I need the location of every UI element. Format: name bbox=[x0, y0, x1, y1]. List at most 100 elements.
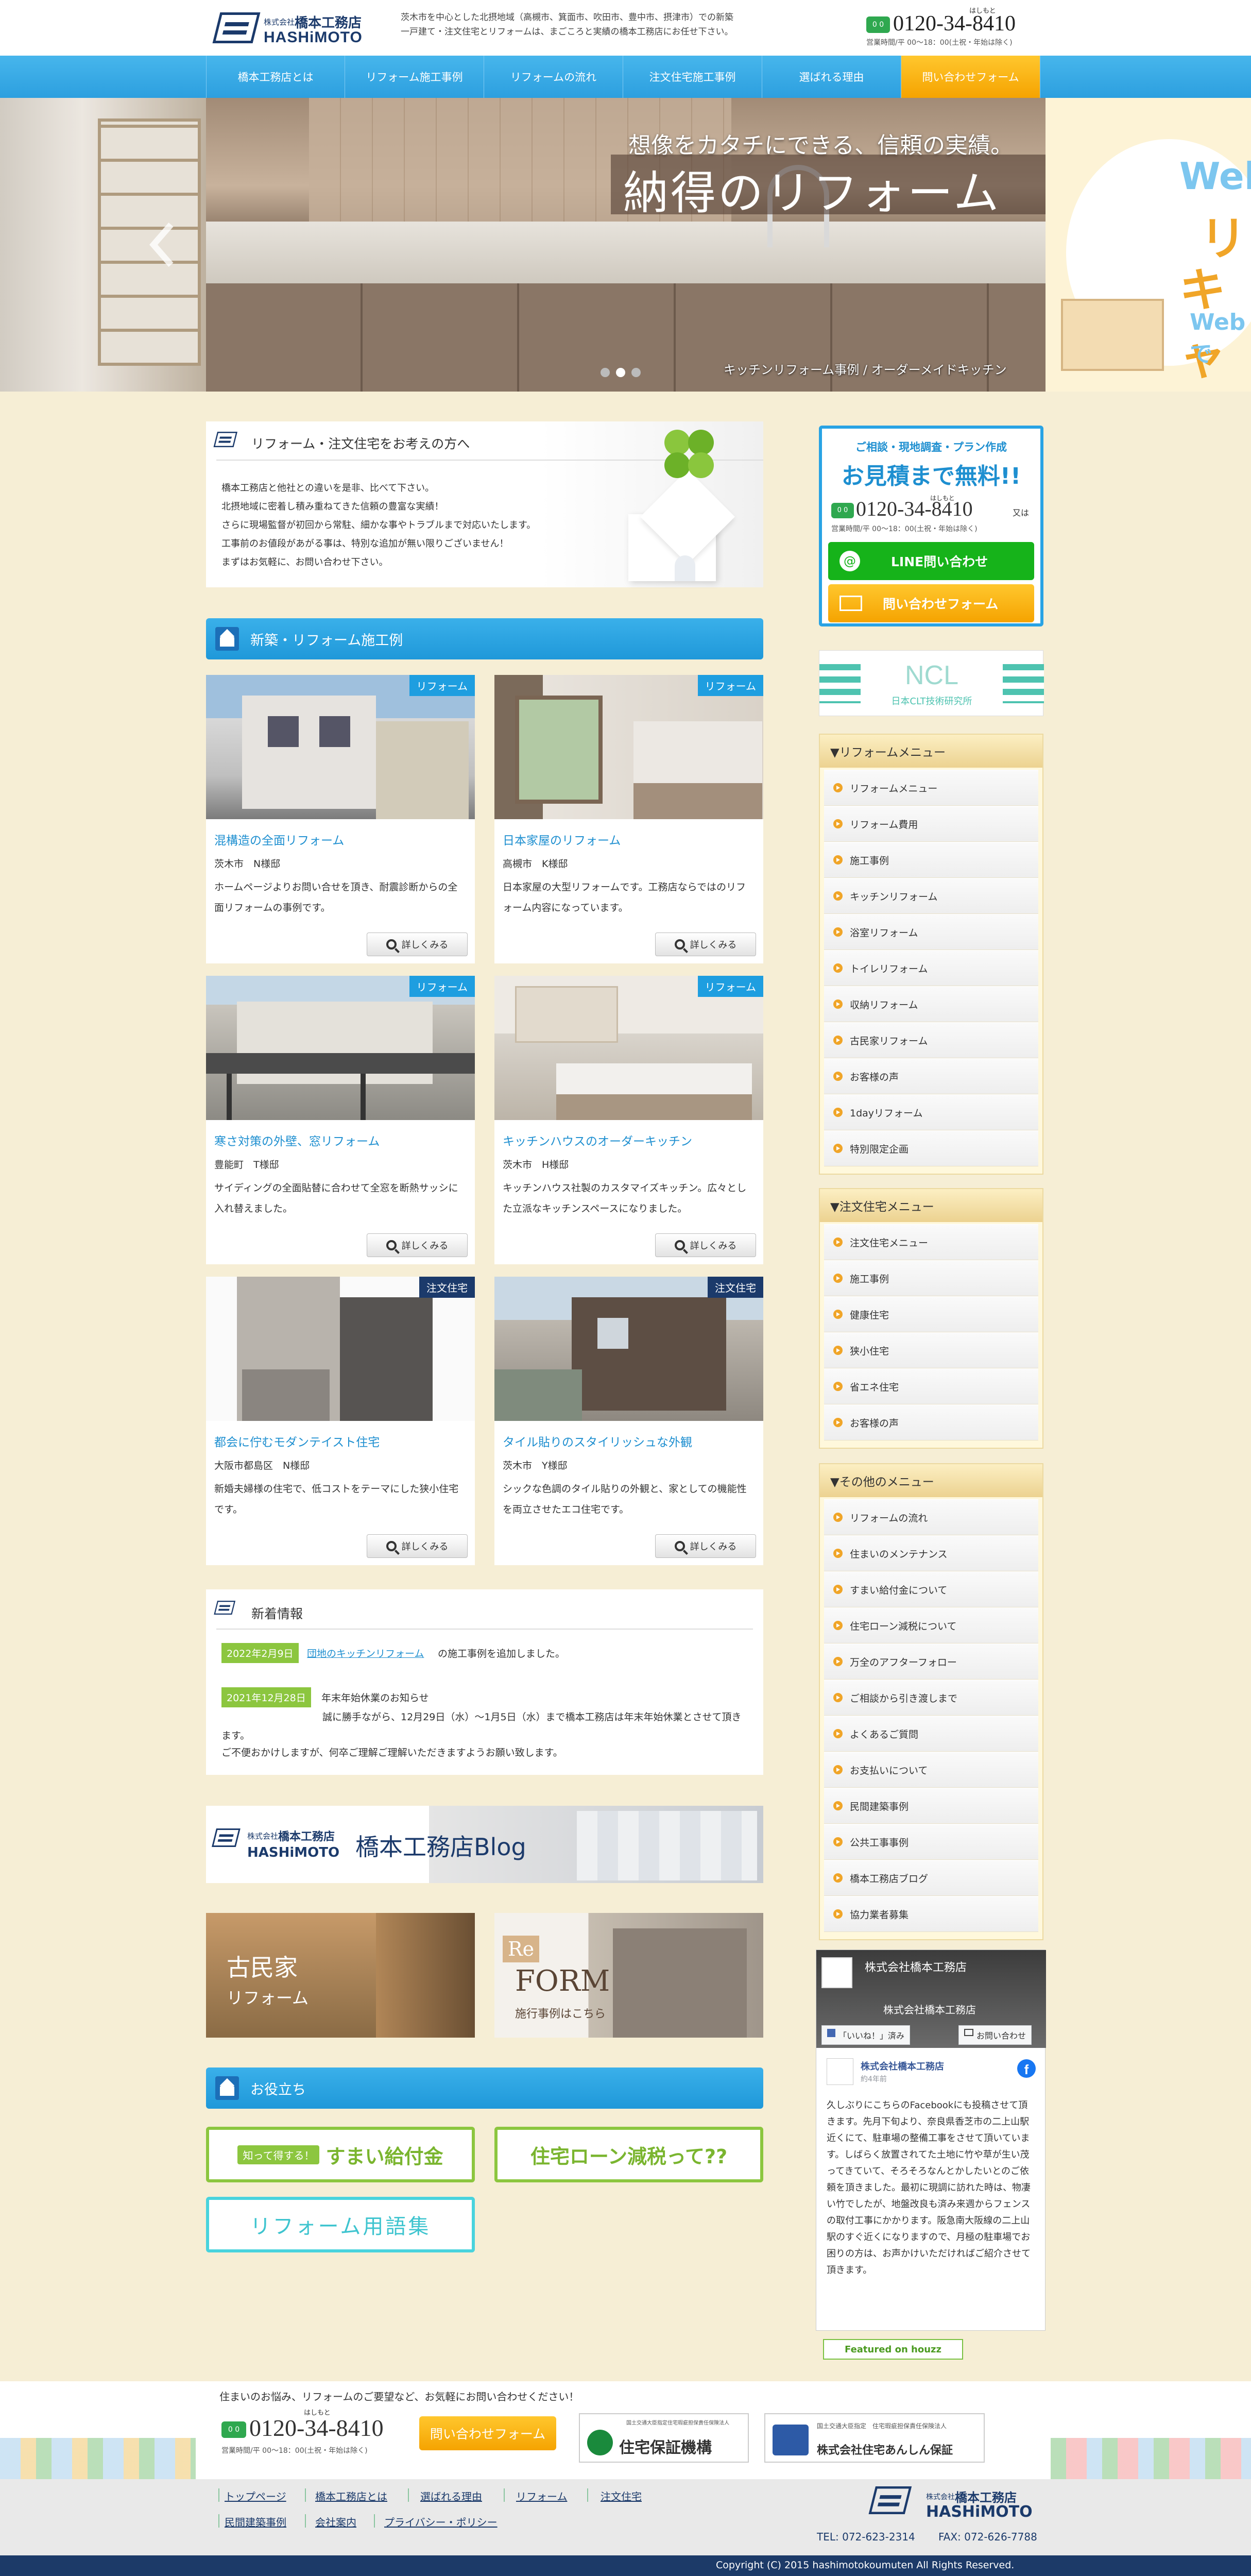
menu-item[interactable]: リフォーム費用 bbox=[824, 806, 1038, 842]
menu-item[interactable]: リフォームメニュー bbox=[824, 770, 1038, 806]
footer-phone[interactable]: 0120-34-8410 bbox=[249, 2414, 384, 2442]
menu-item[interactable]: 住宅ローン減税について bbox=[824, 1607, 1038, 1643]
header-phone[interactable]: 0 0 はしもと 0120-34-8410 営業時間/平 00〜18：00(土祝… bbox=[866, 4, 1041, 50]
menu-item[interactable]: 公共工事事例 bbox=[824, 1824, 1038, 1860]
footer-link[interactable]: 会社案内 bbox=[315, 2514, 356, 2529]
cta-phone[interactable]: 0120-34-8410 bbox=[856, 497, 973, 521]
more-button[interactable]: 詳しくみる bbox=[367, 933, 468, 956]
fb-post-time: 約4年前 bbox=[861, 2075, 887, 2083]
menu-item[interactable]: すまい給付金について bbox=[824, 1571, 1038, 1607]
more-button[interactable]: 詳しくみる bbox=[655, 933, 756, 956]
footer-tel[interactable]: TEL: 072-623-2314 bbox=[817, 2531, 915, 2543]
work-card[interactable]: 注文住宅 タイル貼りのスタイリッシュな外観 茨木市 Y様邸 シックな色調のタイル… bbox=[494, 1277, 763, 1565]
menu-item[interactable]: お支払いについて bbox=[824, 1752, 1038, 1788]
work-title[interactable]: 都会に佇むモダンテイスト住宅 bbox=[214, 1432, 380, 1450]
work-card[interactable]: リフォーム 混構造の全面リフォーム 茨木市 N様邸 ホームページよりお問い合せを… bbox=[206, 675, 475, 963]
menu-item[interactable]: キッチンリフォーム bbox=[824, 878, 1038, 914]
blog-banner[interactable]: 株式会社 橋本工務店 HASHiMOTO 橋本工務店Blog bbox=[206, 1806, 763, 1883]
menu-item[interactable]: 民間建築事例 bbox=[824, 1788, 1038, 1824]
nav-contact[interactable]: 問い合わせフォーム bbox=[901, 56, 1040, 98]
nav-reform-flow[interactable]: リフォームの流れ bbox=[484, 56, 623, 98]
more-button[interactable]: 詳しくみる bbox=[655, 1233, 756, 1257]
menu-item[interactable]: 浴室リフォーム bbox=[824, 914, 1038, 950]
line-contact-button[interactable]: @ LINE問い合わせ bbox=[828, 542, 1034, 580]
menu-item[interactable]: 橋本工務店ブログ bbox=[824, 1860, 1038, 1896]
work-card[interactable]: 注文住宅 都会に佇むモダンテイスト住宅 大阪市都島区 N様邸 新婚夫婦様の住宅で… bbox=[206, 1277, 475, 1565]
footer-logo[interactable]: 株式会社 橋本工務店 HASHiMOTO bbox=[868, 2484, 1046, 2526]
footer-link[interactable]: トップページ bbox=[225, 2488, 286, 2503]
menu-item[interactable]: お客様の声 bbox=[824, 1404, 1038, 1440]
more-button[interactable]: 詳しくみる bbox=[367, 1534, 468, 1558]
menu-item[interactable]: 収納リフォーム bbox=[824, 986, 1038, 1022]
arrow-right-icon bbox=[833, 1909, 843, 1919]
houzz-badge[interactable]: Featured on houzz bbox=[823, 2339, 963, 2360]
fb-post-name[interactable]: 株式会社橋本工務店 bbox=[861, 2059, 944, 2073]
fb-page-name[interactable]: 株式会社橋本工務店 bbox=[865, 1958, 967, 1975]
fb-message-button[interactable]: お問い合わせ bbox=[958, 2025, 1032, 2045]
facebook-icon[interactable]: f bbox=[1017, 2059, 1036, 2078]
footer-link[interactable]: 選ばれる理由 bbox=[420, 2488, 482, 2503]
menu-item[interactable]: 1dayリフォーム bbox=[824, 1094, 1038, 1130]
menu-item[interactable]: よくあるご質問 bbox=[824, 1716, 1038, 1752]
slider-next-arrow[interactable] bbox=[1071, 222, 1097, 268]
news-link[interactable]: 団地のキッチンリフォーム bbox=[307, 1646, 424, 1660]
work-title[interactable]: 寒さ対策の外壁、窓リフォーム bbox=[214, 1131, 380, 1149]
menu-item[interactable]: 施工事例 bbox=[824, 1260, 1038, 1296]
form-contact-button[interactable]: 問い合わせフォーム bbox=[828, 584, 1034, 622]
slide-dot-active[interactable] bbox=[616, 368, 625, 377]
more-button[interactable]: 詳しくみる bbox=[655, 1534, 756, 1558]
houzz-label: Featured on houzz bbox=[845, 2344, 941, 2355]
fb-cover[interactable]: 株式会社橋本工務店 株式会社橋本工務店 「いいね！」済み お問い合わせ bbox=[816, 1950, 1046, 2048]
warranty-badge-2[interactable]: 国土交通大臣指定 住宅瑕疵担保責任保険法人 株式会社住宅あんしん保証 bbox=[764, 2413, 985, 2463]
menu-item[interactable]: ご相談から引き渡しまで bbox=[824, 1680, 1038, 1716]
menu-item[interactable]: 注文住宅メニュー bbox=[824, 1224, 1038, 1260]
footer-link[interactable]: 民間建築事例 bbox=[225, 2514, 286, 2529]
menu-item[interactable]: 古民家リフォーム bbox=[824, 1022, 1038, 1058]
form-contact-label: 問い合わせフォーム bbox=[883, 597, 999, 612]
kominka-sub: リフォーム bbox=[227, 1988, 309, 2008]
menu-item[interactable]: 省エネ住宅 bbox=[824, 1368, 1038, 1404]
work-title[interactable]: タイル貼りのスタイリッシュな外観 bbox=[503, 1432, 692, 1450]
work-title[interactable]: キッチンハウスのオーダーキッチン bbox=[503, 1131, 692, 1149]
kominka-banner[interactable]: 古民家 リフォーム bbox=[206, 1913, 475, 2038]
menu-item[interactable]: 施工事例 bbox=[824, 842, 1038, 878]
menu-item[interactable]: 住まいのメンテナンス bbox=[824, 1535, 1038, 1571]
work-card[interactable]: リフォーム 日本家屋のリフォーム 高槻市 K様邸 日本家屋の大型リフォームです。… bbox=[494, 675, 763, 963]
menu-item[interactable]: 健康住宅 bbox=[824, 1296, 1038, 1332]
warranty-badge-1[interactable]: 国土交通大臣指定住宅瑕疵担保責任保険法人 住宅保証機構 bbox=[579, 2413, 749, 2463]
nav-house-works[interactable]: 注文住宅施工事例 bbox=[623, 56, 762, 98]
slide-dot[interactable] bbox=[601, 368, 610, 377]
menu-item[interactable]: リフォームの流れ bbox=[824, 1499, 1038, 1535]
menu-item[interactable]: 協力業者募集 bbox=[824, 1896, 1038, 1932]
company-logo[interactable]: 株式会社 橋本工務店 HASHiMOTO bbox=[212, 10, 387, 46]
nav-reform-works[interactable]: リフォーム施工事例 bbox=[345, 56, 484, 98]
footer-link[interactable]: プライバシー・ポリシー bbox=[384, 2514, 498, 2529]
reform-banner[interactable]: Re FORM 施行事例はこちら bbox=[494, 1913, 763, 2038]
slider-prev-arrow[interactable] bbox=[149, 222, 175, 268]
footer-form-button[interactable]: 問い合わせフォーム bbox=[419, 2416, 556, 2450]
menu-item[interactable]: トイレリフォーム bbox=[824, 950, 1038, 986]
menu-item[interactable]: 万全のアフターフォロー bbox=[824, 1643, 1038, 1680]
work-title[interactable]: 混構造の全面リフォーム bbox=[214, 831, 344, 848]
footer-link[interactable]: 橋本工務店とは bbox=[315, 2488, 387, 2503]
slide-dot[interactable] bbox=[631, 368, 641, 377]
footer-link[interactable]: リフォーム bbox=[516, 2488, 567, 2503]
menu-item[interactable]: 狭小住宅 bbox=[824, 1332, 1038, 1368]
menu-item[interactable]: 特別限定企画 bbox=[824, 1130, 1038, 1166]
header-intro-line: 茨木市を中心とした北摂地域（高槻市、箕面市、吹田市、豊中市、摂津市）での新築 bbox=[401, 12, 733, 23]
more-button[interactable]: 詳しくみる bbox=[367, 1233, 468, 1257]
glossary-button[interactable]: リフォーム用語集 bbox=[206, 2197, 475, 2252]
work-title[interactable]: 日本家屋のリフォーム bbox=[503, 831, 621, 848]
footer-link[interactable]: 注文住宅 bbox=[601, 2488, 642, 2503]
nav-reasons[interactable]: 選ばれる理由 bbox=[762, 56, 901, 98]
work-card[interactable]: リフォーム 寒さ対策の外壁、窓リフォーム 豊能町 T様邸 サイディングの全面貼替… bbox=[206, 976, 475, 1264]
ncl-banner[interactable]: NCL 日本CLT技術研究所 bbox=[819, 650, 1044, 716]
menu-item[interactable]: お客様の声 bbox=[824, 1058, 1038, 1094]
news-title: 新着情報 bbox=[251, 1606, 303, 1621]
subsidy-button[interactable]: 知って得する！ すまい給付金 bbox=[206, 2127, 475, 2182]
work-card[interactable]: リフォーム キッチンハウスのオーダーキッチン 茨木市 H様邸 キッチンハウス社製… bbox=[494, 976, 763, 1264]
fb-like-button[interactable]: 「いいね！」済み bbox=[821, 2025, 911, 2045]
nav-about[interactable]: 橋本工務店とは bbox=[206, 56, 345, 98]
intro-text: 橋本工務店と他社との違いを是非、比べて下さい。 北摂地域に密着し積み重ねてきた信… bbox=[221, 479, 613, 572]
loan-tax-button[interactable]: 住宅ローン減税って?? bbox=[494, 2127, 763, 2182]
